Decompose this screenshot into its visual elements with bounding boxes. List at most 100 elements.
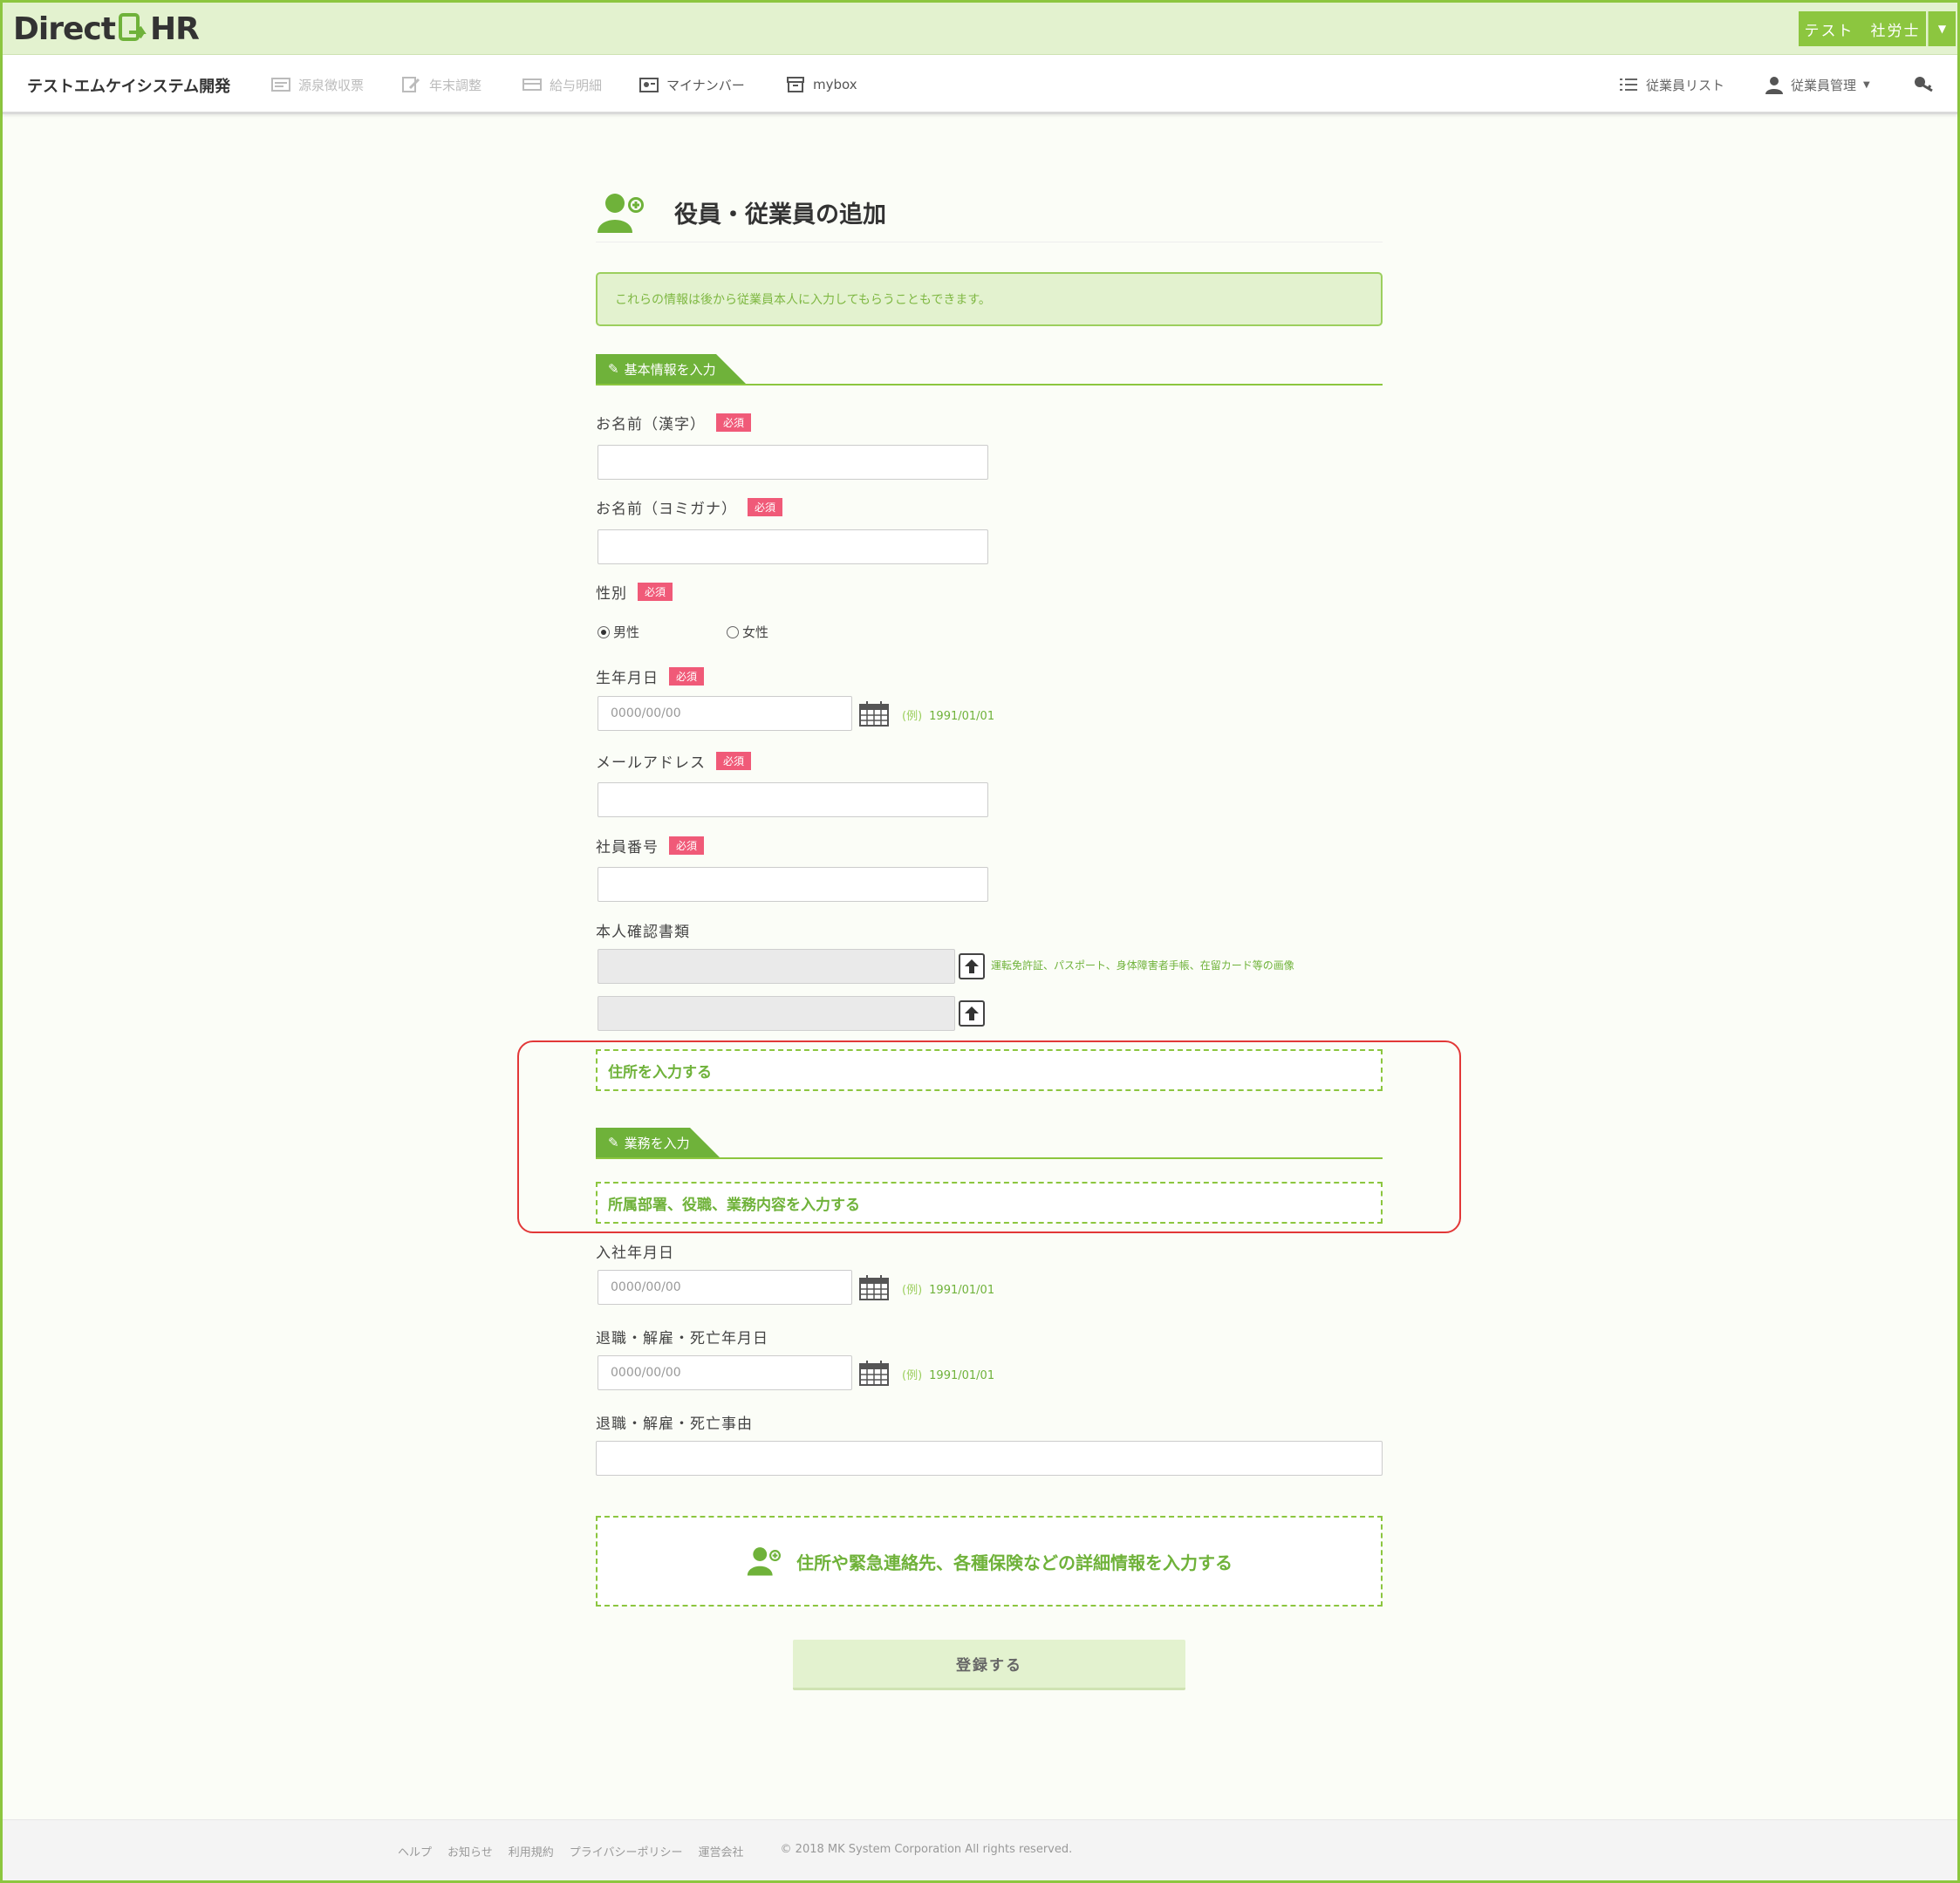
upload-arrow-icon xyxy=(965,959,979,973)
label-text: 社員番号 xyxy=(596,839,659,856)
birthdate-example: (例) 1991/01/01 xyxy=(902,710,995,723)
nav-employee-manage[interactable]: 従業員管理 ▼ xyxy=(1765,72,1870,97)
required-badge: 必須 xyxy=(716,413,752,432)
calendar-icon[interactable] xyxy=(858,1359,890,1387)
nav-item-mybox[interactable]: mybox xyxy=(785,72,857,97)
label-text: 退職・解雇・死亡事由 xyxy=(596,1416,753,1433)
edit-doc-icon xyxy=(402,77,420,92)
nav-item-label: マイナンバー xyxy=(666,77,745,93)
label-hire-date: 入社年月日 xyxy=(596,1240,674,1262)
birthdate-input[interactable]: 0000/00/00 xyxy=(598,696,852,731)
label-text: 退職・解雇・死亡年月日 xyxy=(596,1330,768,1347)
nav-bar: テストエムケイシステム開発 源泉徴収票 年末調整 給与明細 マイナンバー myb… xyxy=(3,55,1957,114)
label-retire-date: 退職・解雇・死亡年月日 xyxy=(596,1326,768,1347)
footer-link-company[interactable]: 運営会社 xyxy=(699,1843,744,1859)
required-badge: 必須 xyxy=(748,498,783,516)
user-menu-caret[interactable]: ▼ xyxy=(1928,11,1956,46)
retire-date-input[interactable]: 0000/00/00 xyxy=(598,1355,852,1390)
label-birthdate: 生年月日 必須 xyxy=(596,665,705,687)
radio-label: 男性 xyxy=(613,624,640,640)
logo-text-hr: HR xyxy=(149,10,200,47)
upload-button-2[interactable] xyxy=(959,1000,985,1027)
footer: ヘルプ お知らせ 利用規約 プライバシーポリシー 運営会社 © 2018 MK … xyxy=(3,1819,1957,1880)
add-user-icon xyxy=(747,1547,781,1576)
section-basic-info: ✎ 基本情報を入力 xyxy=(596,354,1383,385)
required-badge: 必須 xyxy=(716,752,752,770)
logo-text-direct: Direct xyxy=(13,10,116,47)
label-email: メールアドレス 必須 xyxy=(596,750,752,772)
label-text: 入社年月日 xyxy=(596,1245,674,1262)
box-icon xyxy=(787,77,804,92)
page-title: 役員・従業員の追加 xyxy=(674,201,886,229)
logo[interactable]: Direct HR xyxy=(13,10,200,48)
detail-info-label: 住所や緊急連絡先、各種保険などの詳細情報を入力する xyxy=(796,1552,1233,1573)
label-retire-reason: 退職・解雇・死亡事由 xyxy=(596,1411,753,1433)
company-name[interactable]: テストエムケイシステム開発 xyxy=(27,74,230,97)
footer-link-help[interactable]: ヘルプ xyxy=(398,1843,432,1859)
list-icon xyxy=(1620,78,1637,91)
nav-item-label: mybox xyxy=(813,77,857,92)
retire-date-example: (例) 1991/01/01 xyxy=(902,1369,995,1382)
calendar-icon[interactable] xyxy=(858,1273,890,1301)
label-employee-no: 社員番号 必須 xyxy=(596,835,705,856)
email-input[interactable] xyxy=(598,782,988,817)
nav-item-withholding[interactable]: 源泉徴収票 xyxy=(270,72,364,97)
id-card-icon xyxy=(639,78,659,92)
upload-button-1[interactable] xyxy=(959,953,985,979)
hire-date-example: (例) 1991/01/01 xyxy=(902,1284,995,1297)
id-doc-file-1[interactable] xyxy=(598,949,955,984)
name-kanji-input[interactable] xyxy=(598,445,988,480)
caret-down-icon: ▼ xyxy=(1937,23,1947,35)
register-button[interactable]: 登録する xyxy=(793,1640,1185,1690)
add-user-icon xyxy=(598,193,644,233)
section-label-basic: 基本情報を入力 xyxy=(624,361,716,378)
copyright: © 2018 MK System Corporation All rights … xyxy=(780,1843,1073,1856)
footer-link-terms[interactable]: 利用規約 xyxy=(509,1843,554,1859)
employee-no-input[interactable] xyxy=(598,867,988,902)
pencil-icon: ✎ xyxy=(608,361,619,377)
user-menu-button[interactable]: テスト 社労士 xyxy=(1799,11,1926,46)
required-badge: 必須 xyxy=(669,667,705,686)
footer-link-news[interactable]: お知らせ xyxy=(447,1843,493,1859)
logo-mark-icon xyxy=(118,13,147,41)
required-badge: 必須 xyxy=(669,836,705,855)
radio-unchecked-icon xyxy=(727,625,739,638)
highlight-box xyxy=(517,1040,1461,1233)
name-kana-input[interactable] xyxy=(598,529,988,564)
section-tab-basic: ✎ 基本情報を入力 xyxy=(596,354,746,384)
required-badge: 必須 xyxy=(638,583,673,601)
top-bar: Direct HR テスト 社労士 ▼ xyxy=(3,3,1957,55)
label-text: 生年月日 xyxy=(596,670,659,687)
footer-links: ヘルプ お知らせ 利用規約 プライバシーポリシー 運営会社 © 2018 MK … xyxy=(398,1843,1072,1859)
nav-item-year-end[interactable]: 年末調整 xyxy=(401,72,481,97)
nav-employee-manage-label: 従業員管理 xyxy=(1791,77,1857,93)
payslip-icon xyxy=(522,78,542,91)
hire-date-input[interactable]: 0000/00/00 xyxy=(598,1270,852,1305)
retire-reason-input[interactable] xyxy=(596,1441,1383,1476)
label-text: メールアドレス xyxy=(596,754,706,772)
info-notice: これらの情報は後から従業員本人に入力してもらうこともできます。 xyxy=(596,272,1383,326)
label-name-kana: お名前（ヨミガナ） 必須 xyxy=(596,496,783,518)
gender-radio-male[interactable]: 男性 xyxy=(598,623,639,641)
id-doc-file-2[interactable] xyxy=(598,996,955,1031)
upload-arrow-icon xyxy=(965,1006,979,1020)
footer-link-privacy[interactable]: プライバシーポリシー xyxy=(570,1843,683,1859)
logout-button[interactable] xyxy=(1913,72,1936,97)
label-gender: 性別 必須 xyxy=(596,581,673,603)
nav-item-label: 年末調整 xyxy=(429,77,482,93)
gender-radio-female[interactable]: 女性 xyxy=(727,623,768,641)
logout-key-icon xyxy=(1915,77,1933,92)
nav-employee-list[interactable]: 従業員リスト xyxy=(1618,72,1724,97)
label-text: お名前（漢字） xyxy=(596,416,706,433)
detail-info-link[interactable]: 住所や緊急連絡先、各種保険などの詳細情報を入力する xyxy=(596,1516,1383,1607)
calendar-icon[interactable] xyxy=(858,699,890,727)
label-name-kanji: お名前（漢字） 必須 xyxy=(596,412,752,433)
nav-item-payslip[interactable]: 給与明細 xyxy=(522,72,602,97)
nav-item-label: 源泉徴収票 xyxy=(298,77,365,93)
nav-item-mynumber[interactable]: マイナンバー xyxy=(639,72,745,97)
label-id-docs: 本人確認書類 xyxy=(596,919,690,941)
label-text: 性別 xyxy=(596,585,627,603)
nav-employee-list-label: 従業員リスト xyxy=(1646,77,1725,93)
label-text: 本人確認書類 xyxy=(596,924,690,941)
receipt-icon xyxy=(271,78,290,92)
